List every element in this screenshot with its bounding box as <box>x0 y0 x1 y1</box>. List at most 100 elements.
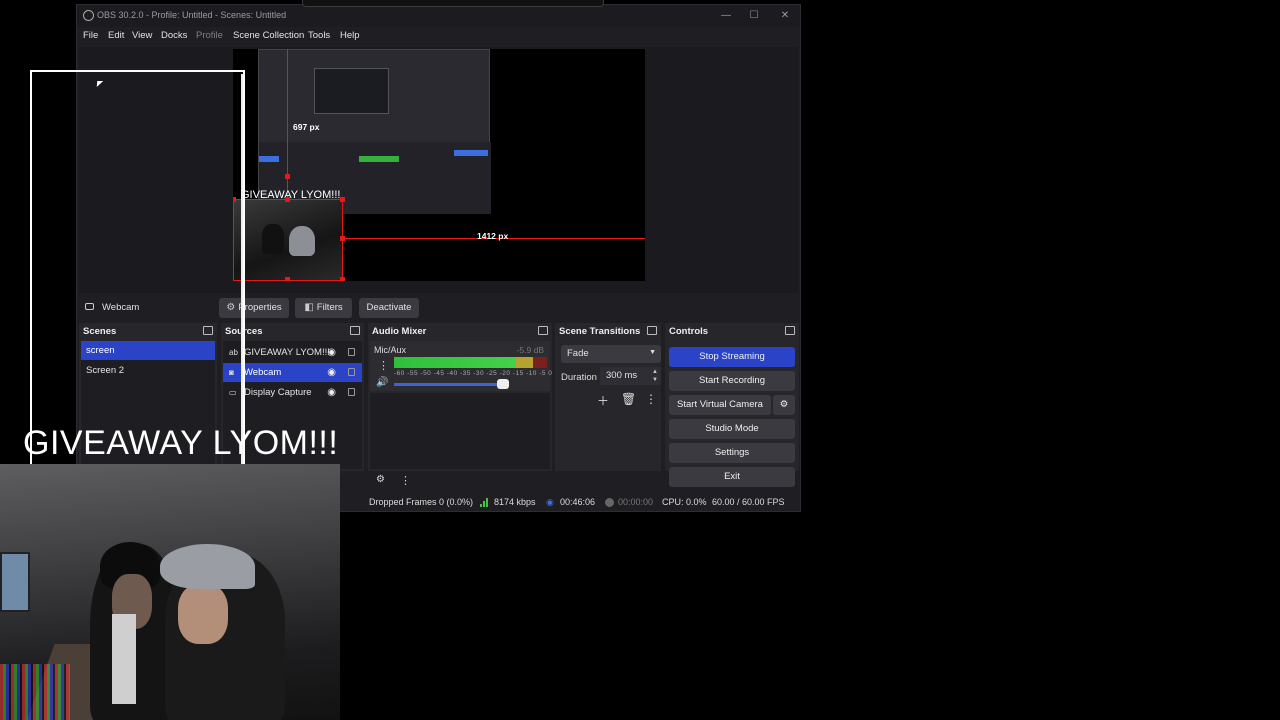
overlay-frame-line <box>241 74 243 466</box>
menu-edit[interactable]: Edit <box>108 30 124 41</box>
webcam-output <box>0 464 340 720</box>
menu-bar: File Edit View Docks Profile Scene Colle… <box>77 27 800 45</box>
mixer-title: Audio Mixer <box>372 326 427 337</box>
channel-db: -5.9 dB <box>516 345 544 355</box>
more-options-icon[interactable]: ⋮ <box>645 392 657 406</box>
mixer-dock-header: Audio Mixer <box>368 323 552 339</box>
virtual-camera-settings-button[interactable]: ⚙ <box>773 395 795 415</box>
deactivate-button[interactable]: Deactivate <box>359 298 419 318</box>
menu-file[interactable]: File <box>83 30 98 41</box>
person-silhouette <box>262 224 284 254</box>
add-icon[interactable]: ＋ <box>597 392 609 409</box>
trash-icon[interactable]: 🗑 <box>621 392 636 406</box>
stream-time: 00:46:06 <box>560 497 596 507</box>
mouse-cursor-icon <box>96 81 104 87</box>
transition-select[interactable]: Fade ▼ <box>561 345 661 363</box>
menu-view[interactable]: View <box>132 30 152 41</box>
chevron-down-icon: ▼ <box>649 349 656 356</box>
record-icon <box>605 498 614 507</box>
person-left-shirt <box>112 614 136 704</box>
undock-icon[interactable] <box>350 326 360 335</box>
transitions-body: Fade ▼ Duration 300 ms ▲ ▼ ＋ 🗑 ⋮ <box>557 341 661 469</box>
stop-streaming-button[interactable]: Stop Streaming <box>669 347 795 367</box>
duration-input[interactable]: 300 ms ▲ ▼ <box>600 367 661 385</box>
audio-mixer-dock: Audio Mixer Mic/Aux -5.9 dB ⋮ -60 -55 -5… <box>368 323 553 487</box>
giveaway-overlay-text: GIVEAWAY LYOM!!! <box>23 424 339 462</box>
close-button[interactable]: ✕ <box>776 8 794 24</box>
controls-dock-header: Controls <box>665 323 799 339</box>
dropped-frames: Dropped Frames 0 (0.0%) <box>369 497 474 507</box>
person-right-face <box>178 584 228 644</box>
filter-icon: ◧ <box>304 302 314 313</box>
settings-button[interactable]: Settings <box>669 443 795 463</box>
record-time: 00:00:00 <box>618 497 654 507</box>
eye-icon[interactable]: ◉ <box>327 347 336 358</box>
eye-icon[interactable]: ◉ <box>327 387 336 398</box>
nested-window <box>314 68 389 114</box>
duration-label: Duration <box>561 372 597 383</box>
more-options-icon[interactable]: ⋮ <box>378 359 389 372</box>
menu-docks[interactable]: Docks <box>161 30 187 41</box>
width-guide-label: 1412 px <box>477 231 509 241</box>
exit-button[interactable]: Exit <box>669 467 795 487</box>
screen-root: OBS 30.2.0 - Profile: Untitled - Scenes:… <box>0 0 1280 720</box>
undock-icon[interactable] <box>647 326 657 335</box>
controls-dock: Controls Stop Streaming Start Recording … <box>665 323 799 487</box>
gear-icon[interactable]: ⚙ <box>376 474 385 485</box>
fps: 60.00 / 60.00 FPS <box>712 497 785 507</box>
menu-tools[interactable]: Tools <box>308 30 330 41</box>
filters-label: Filters <box>316 302 343 313</box>
menu-help[interactable]: Help <box>340 30 360 41</box>
preview-canvas[interactable]: 697 px 1412 px GIVEAWAY LYOM!!! <box>233 49 645 281</box>
channel-name: Mic/Aux <box>374 345 407 355</box>
meter-scale: -60 -55 -50 -45 -40 -35 -30 -25 -20 -15 … <box>394 370 553 377</box>
spin-arrows-icon[interactable]: ▲ ▼ <box>652 368 658 384</box>
webcam-source-selected[interactable] <box>233 199 343 281</box>
lock-icon[interactable] <box>348 348 355 356</box>
studio-mode-button[interactable]: Studio Mode <box>669 419 795 439</box>
nested-accent <box>454 150 488 156</box>
transitions-title: Scene Transitions <box>559 326 641 337</box>
menu-profile[interactable]: Profile <box>196 30 223 41</box>
speaker-icon[interactable]: 🔊 <box>376 377 388 388</box>
resize-handle[interactable] <box>285 197 290 202</box>
duration-value: 300 ms <box>606 370 638 381</box>
meter-red <box>533 357 547 368</box>
filters-button[interactable]: ◧ Filters <box>295 298 352 318</box>
source-label: Display Capture <box>244 387 312 398</box>
signal-icon <box>480 498 490 507</box>
background-monitor <box>0 552 30 612</box>
nested-accent <box>259 156 279 162</box>
obs-logo-icon <box>83 10 94 21</box>
eye-icon[interactable]: ◉ <box>327 367 336 378</box>
source-label: Webcam <box>244 367 282 378</box>
undock-icon[interactable] <box>538 326 548 335</box>
window-title: OBS 30.2.0 - Profile: Untitled - Scenes:… <box>97 10 287 20</box>
lock-icon[interactable] <box>348 368 355 376</box>
controls-title: Controls <box>669 326 709 337</box>
maximize-button[interactable]: ☐ <box>745 8 763 24</box>
person-right-cap <box>160 544 255 589</box>
menu-scene-collection[interactable]: Scene Collection <box>233 30 304 41</box>
minimize-button[interactable]: — <box>717 8 735 24</box>
resize-handle[interactable] <box>285 277 290 281</box>
meter-green <box>394 357 516 368</box>
volume-meter <box>394 357 547 368</box>
undock-icon[interactable] <box>785 326 795 335</box>
transitions-dock-header: Scene Transitions <box>555 323 661 339</box>
resize-handle[interactable] <box>340 236 345 241</box>
meter-yellow <box>516 357 533 368</box>
resize-handle[interactable] <box>285 174 290 179</box>
resize-handle[interactable] <box>340 277 345 281</box>
transition-value: Fade <box>567 348 589 359</box>
start-virtual-camera-button[interactable]: Start Virtual Camera <box>669 395 771 415</box>
resize-handle[interactable] <box>340 197 345 202</box>
lock-icon[interactable] <box>348 388 355 396</box>
overlay-frame <box>30 70 245 465</box>
volume-slider-handle[interactable] <box>497 379 509 389</box>
volume-slider[interactable] <box>394 383 505 386</box>
gear-icon: ⚙ <box>779 399 789 410</box>
start-recording-button[interactable]: Start Recording <box>669 371 795 391</box>
more-options-icon[interactable]: ⋮ <box>400 474 411 487</box>
cpu-usage: CPU: 0.0% <box>662 497 707 507</box>
